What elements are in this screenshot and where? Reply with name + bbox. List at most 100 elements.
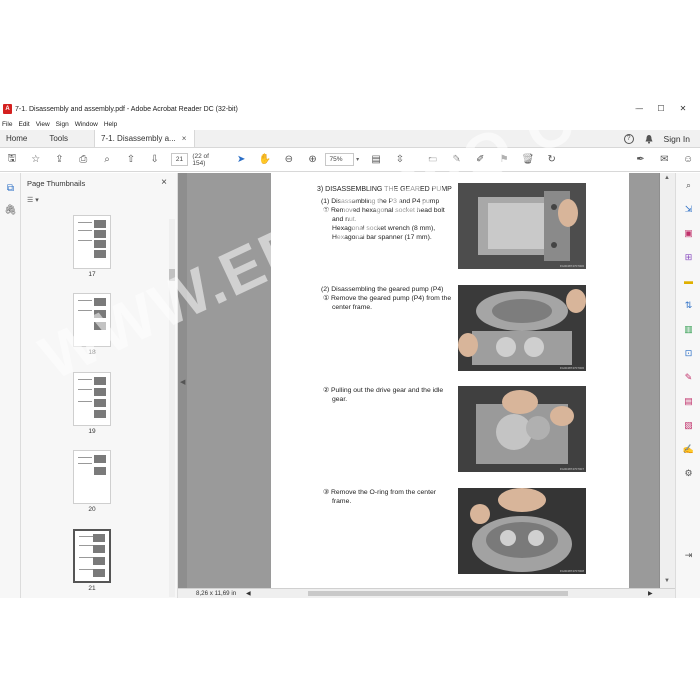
page-down-icon[interactable]: ⇩ bbox=[148, 153, 162, 167]
select-cursor-icon[interactable]: ➤ bbox=[234, 153, 248, 167]
compress-pdf-icon[interactable]: ▥ bbox=[676, 317, 700, 341]
bookmark-star-icon[interactable]: ☆ bbox=[29, 153, 43, 167]
draw-icon[interactable]: ✐ bbox=[473, 153, 487, 167]
stamp-icon[interactable]: ⚑ bbox=[497, 153, 511, 167]
menu-file[interactable]: File bbox=[2, 121, 12, 128]
step2-line1: ① Remove the geared pump (P4) from the bbox=[323, 295, 452, 302]
page-layout-icon[interactable]: ▤ bbox=[369, 153, 383, 167]
scroll-down-arrow-icon[interactable]: ▼ bbox=[664, 578, 670, 584]
horizontal-scrollbar-thumb[interactable] bbox=[308, 591, 568, 596]
tab-close-icon[interactable]: × bbox=[182, 134, 187, 143]
comment-tool-icon[interactable]: ▬ bbox=[676, 269, 700, 293]
window-title: 7-1. Disassembly and assembly.pdf - Adob… bbox=[15, 105, 238, 113]
zoom-out-icon[interactable]: ⊖ bbox=[282, 153, 296, 167]
left-nav-strip: ⧉ 🖇 bbox=[0, 173, 21, 598]
account-icon[interactable]: ☺ bbox=[681, 153, 695, 167]
fill-sign-icon[interactable]: ✒ bbox=[634, 153, 648, 167]
organize-pages-icon[interactable]: ⇅ bbox=[676, 293, 700, 317]
notification-bell-icon[interactable] bbox=[644, 134, 654, 144]
rotate-icon[interactable]: ↻ bbox=[545, 153, 559, 167]
step3-line1: ② Pulling out the drive gear and the idl… bbox=[323, 387, 444, 394]
export-pdf-icon[interactable]: ⇲ bbox=[676, 197, 700, 221]
page-number-input[interactable]: 21 bbox=[170, 153, 189, 166]
search-zoom-icon[interactable]: ⌕ bbox=[100, 153, 114, 167]
thumbnails-panel-title: Page Thumbnails bbox=[27, 178, 86, 188]
tab-home[interactable]: Home bbox=[0, 130, 33, 147]
thumbnail-page-20[interactable]: 20 bbox=[73, 450, 113, 513]
menu-sign[interactable]: Sign bbox=[56, 121, 69, 128]
thumbnail-page-18[interactable]: 18 bbox=[73, 293, 113, 356]
expand-panel-icon[interactable]: ⇥ bbox=[676, 543, 700, 567]
attachments-icon[interactable]: 🖇 bbox=[0, 199, 21, 221]
thumbnail-list: 17 18 19 20 21 bbox=[21, 215, 166, 598]
right-tools-strip: ⌕ ⇲ ▣ ⊞ ▬ ⇅ ▥ ⊡ ✎ ▤ ▧ ✍ ⚙ ⇥ bbox=[675, 173, 700, 598]
thumbnail-label: 20 bbox=[88, 506, 96, 513]
minimize-button[interactable]: — bbox=[628, 100, 650, 118]
zoom-level-select[interactable]: 75% bbox=[324, 153, 355, 166]
maximize-button[interactable]: ☐ bbox=[650, 100, 672, 118]
acrobat-logo-icon: A bbox=[3, 104, 12, 114]
send-signature-icon[interactable]: ✍ bbox=[676, 437, 700, 461]
zoom-dropdown-icon[interactable]: ▾ bbox=[356, 156, 359, 163]
combine-files-icon[interactable]: ⊞ bbox=[676, 245, 700, 269]
scroll-up-arrow-icon[interactable]: ▲ bbox=[664, 175, 670, 181]
document-vertical-scrollbar[interactable]: ▲ ▼ bbox=[660, 173, 675, 598]
comment-icon[interactable]: ▭ bbox=[426, 153, 440, 167]
menu-window[interactable]: Window bbox=[75, 121, 98, 128]
fill-and-sign-icon[interactable]: ✎ bbox=[676, 365, 700, 389]
tab-tools[interactable]: Tools bbox=[43, 130, 74, 147]
title-bar: A 7-1. Disassembly and assembly.pdf - Ad… bbox=[0, 100, 700, 118]
photo-o-ring: FG004874707008 bbox=[458, 488, 586, 574]
page-up-icon[interactable]: ⇧ bbox=[124, 153, 138, 167]
step1-line2: and nut. bbox=[332, 216, 357, 223]
page-thumbnails-icon[interactable]: ⧉ bbox=[0, 177, 21, 199]
create-pdf-icon[interactable]: ▣ bbox=[676, 221, 700, 245]
print-icon[interactable]: ⎙ bbox=[76, 153, 90, 167]
hscroll-right-arrow-icon[interactable]: ▶ bbox=[648, 590, 653, 597]
more-tools-icon[interactable]: ⚙ bbox=[676, 461, 700, 485]
hscroll-left-arrow-icon[interactable]: ◀ bbox=[246, 590, 251, 597]
document-viewport[interactable]: 3) DISASSEMBLING THE GEARED PUMP (1) Dis… bbox=[178, 173, 675, 598]
status-bar: 8,26 x 11,69 in ◀ ▶ bbox=[178, 588, 675, 598]
tab-home-label: Home bbox=[6, 134, 28, 143]
save-icon[interactable]: 🖫 bbox=[5, 153, 19, 167]
step2-title: (2) Disassembling the geared pump (P4) bbox=[321, 286, 444, 293]
hand-tool-icon[interactable]: ✋ bbox=[258, 153, 272, 167]
tab-document[interactable]: 7-1. Disassembly a... × bbox=[94, 130, 196, 147]
upload-cloud-icon[interactable]: ⇪ bbox=[53, 153, 67, 167]
menu-help[interactable]: Help bbox=[104, 121, 117, 128]
thumbnails-options-icon[interactable]: ☰ ▾ bbox=[27, 196, 39, 204]
thumbnails-close-icon[interactable]: × bbox=[161, 177, 167, 188]
scroll-mode-icon[interactable]: ⇳ bbox=[393, 153, 407, 167]
highlight-pen-icon[interactable]: ✎ bbox=[450, 153, 464, 167]
protect-icon[interactable]: ▧ bbox=[676, 413, 700, 437]
share-mail-icon[interactable]: ✉ bbox=[657, 153, 671, 167]
help-icon[interactable]: ? bbox=[623, 133, 634, 144]
close-window-button[interactable]: ✕ bbox=[672, 100, 694, 118]
step1-title: (1) Disassembling the P3 and P4 pump bbox=[321, 198, 440, 205]
collapse-panel-arrow-icon[interactable]: ◀ bbox=[180, 378, 185, 386]
delete-icon[interactable]: 🗑 bbox=[521, 153, 535, 167]
menu-view[interactable]: View bbox=[36, 121, 50, 128]
thumbnails-scrollbar[interactable] bbox=[169, 219, 175, 597]
edit-pdf-icon[interactable]: ▤ bbox=[676, 389, 700, 413]
page-size-readout: 8,26 x 11,69 in bbox=[196, 590, 237, 597]
photo-caption: FG004874707006 bbox=[559, 264, 584, 268]
step1-line1: ① Removed hexagonal socket head bolt bbox=[323, 207, 445, 214]
sign-in-link[interactable]: Sign In bbox=[664, 134, 690, 144]
scan-ocr-icon[interactable]: ⊡ bbox=[676, 341, 700, 365]
main-toolbar: 🖫 ☆ ⇪ ⎙ ⌕ ⇧ ⇩ 21 (22 of 154) ➤ ✋ ⊖ ⊕ 75%… bbox=[0, 148, 700, 172]
thumbnail-page-19[interactable]: 19 bbox=[73, 372, 113, 435]
thumbnail-page-17[interactable]: 17 bbox=[73, 215, 113, 278]
step4-line2: frame. bbox=[332, 498, 352, 505]
zoom-in-icon[interactable]: ⊕ bbox=[306, 153, 320, 167]
thumbnail-page-21[interactable]: 21 bbox=[70, 526, 114, 592]
photo-geared-pump-removal: FG004874707006 bbox=[458, 285, 586, 371]
menu-edit[interactable]: Edit bbox=[18, 121, 29, 128]
photo-drive-gear: FG004874707007 bbox=[458, 386, 586, 472]
photo-pump-assembly: FG004874707006 bbox=[458, 183, 586, 269]
photo-caption: FG004874707006 bbox=[559, 366, 584, 370]
acrobat-window: A 7-1. Disassembly and assembly.pdf - Ad… bbox=[0, 100, 700, 598]
step3-line2: gear. bbox=[332, 396, 348, 403]
search-icon[interactable]: ⌕ bbox=[676, 173, 700, 197]
